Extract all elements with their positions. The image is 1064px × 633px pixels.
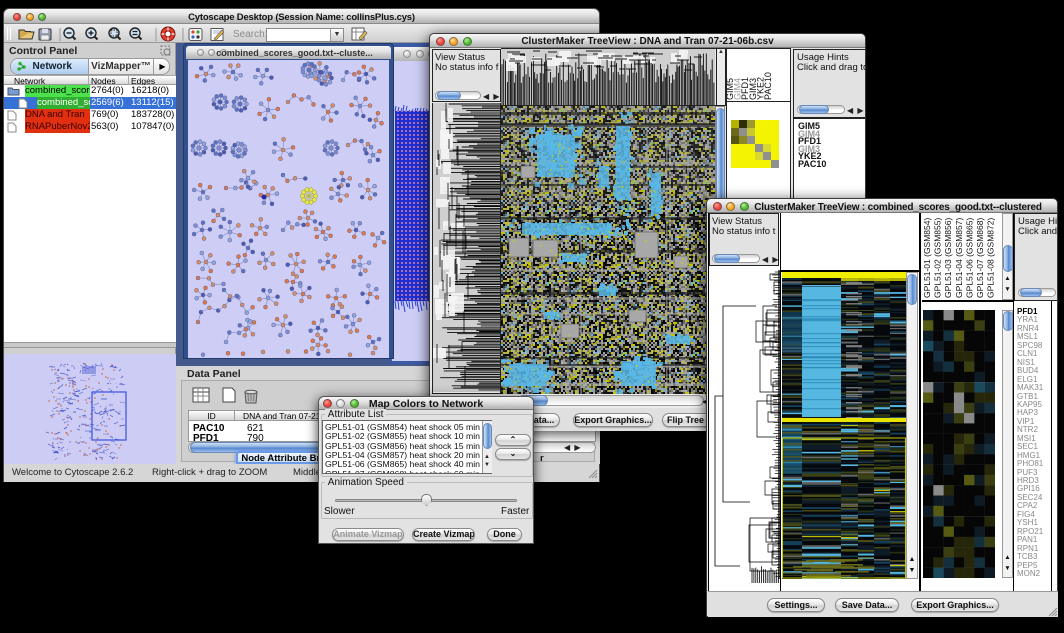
svg-text:PAC10: PAC10	[763, 72, 773, 100]
